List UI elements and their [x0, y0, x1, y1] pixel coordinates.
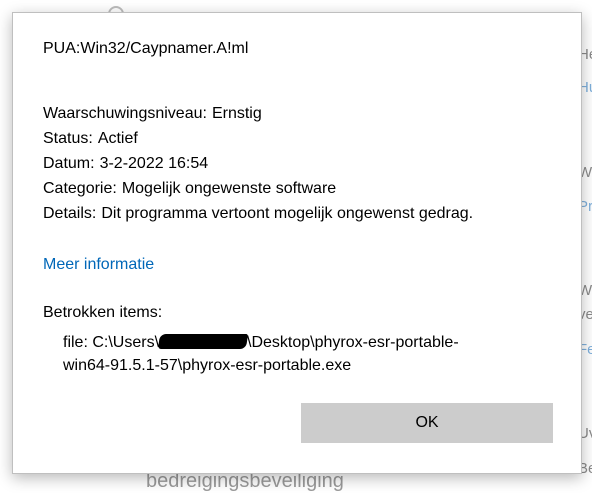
detail-details: Details: Dit programma vertoont mogelijk …: [43, 205, 473, 223]
path-prefix: file: C:\Users\: [63, 334, 160, 351]
ok-button[interactable]: OK: [301, 403, 553, 443]
detail-label: Datum:: [43, 155, 95, 172]
more-info-link[interactable]: Meer informatie: [43, 256, 154, 274]
detail-label: Details:: [43, 205, 97, 222]
detail-value: Actief: [97, 130, 138, 147]
affected-item-path: file: C:\Users\ \Desktop\phyrox-esr-porta…: [63, 331, 459, 377]
detail-label: Status:: [43, 130, 93, 147]
detail-alert-level: Waarschuwingsniveau: Ernstig: [43, 105, 262, 123]
detail-date: Datum: 3-2-2022 16:54: [43, 155, 208, 173]
detail-label: Categorie:: [43, 180, 117, 197]
path-line-2: win64-91.5.1-57\phyrox-esr-portable.exe: [63, 357, 352, 374]
detail-value: Mogelijk ongewenste software: [121, 180, 337, 197]
affected-items-title: Betrokken items:: [43, 304, 163, 321]
threat-details-dialog: PUA:Win32/Caypnamer.A!ml Waarschuwingsni…: [12, 12, 582, 474]
redaction-mark: [157, 334, 249, 349]
detail-value: Dit programma vertoont mogelijk ongewens…: [101, 205, 474, 222]
threat-name: PUA:Win32/Caypnamer.A!ml: [43, 40, 249, 57]
detail-category: Categorie: Mogelijk ongewenste software: [43, 180, 336, 198]
path-suffix: \Desktop\phyrox-esr-portable-: [247, 334, 459, 351]
detail-status: Status: Actief: [43, 130, 138, 148]
detail-value: Ernstig: [211, 105, 262, 122]
detail-value: 3-2-2022 16:54: [99, 155, 209, 172]
detail-label: Waarschuwingsniveau:: [43, 105, 207, 122]
